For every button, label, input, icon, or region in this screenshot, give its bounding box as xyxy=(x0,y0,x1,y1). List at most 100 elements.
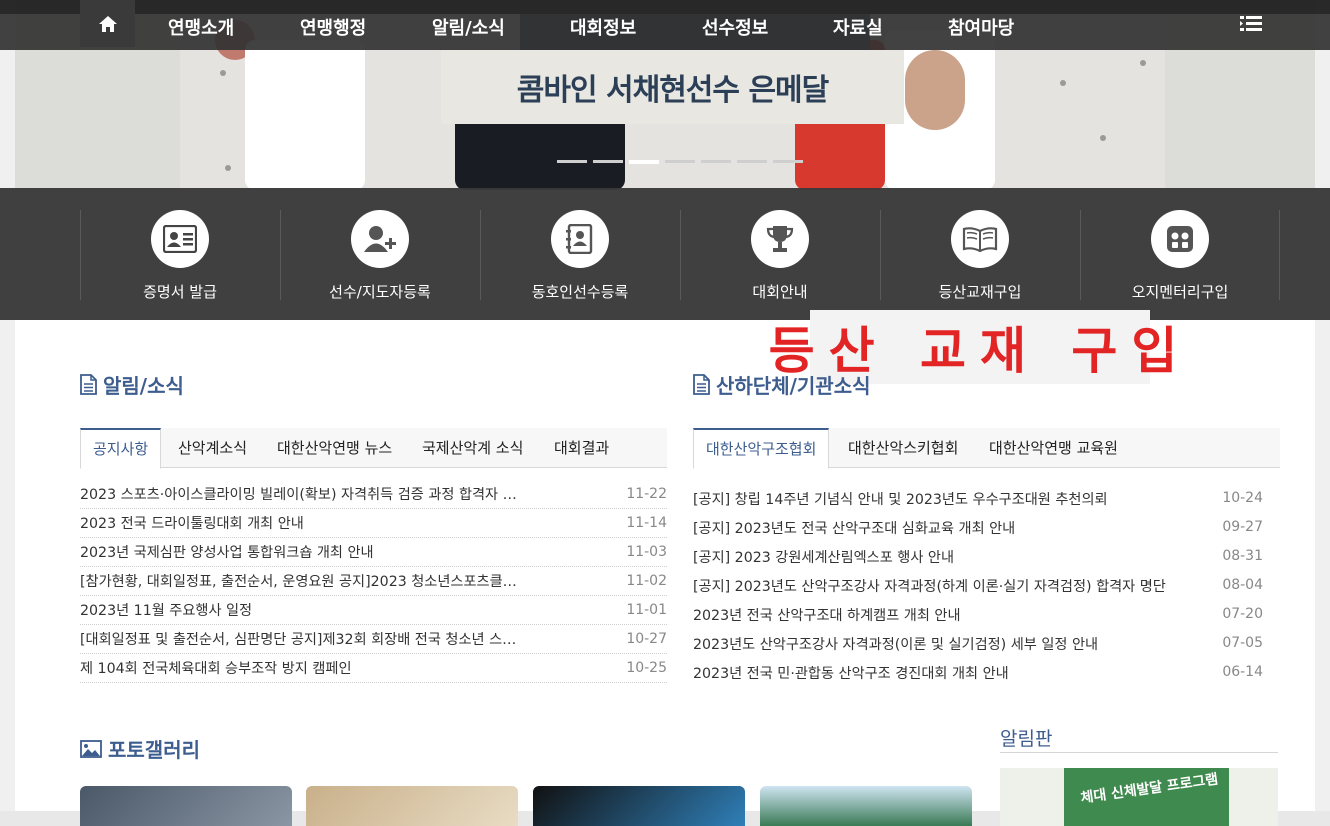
slide-indicator[interactable] xyxy=(701,160,731,163)
gallery-thumb[interactable] xyxy=(760,786,972,826)
notice-title-text: 알림/소식 xyxy=(103,374,184,398)
quick-circle xyxy=(1151,210,1209,268)
nav-item-news[interactable]: 알림/소식 xyxy=(432,14,505,40)
list-item-date: 11-01 xyxy=(626,602,667,618)
list-item[interactable]: [공지] 2023년도 전국 산악구조대 심화교육 개최 안내 09-27 xyxy=(693,513,1263,542)
list-item-title[interactable]: 2023년 11월 주요행사 일정 xyxy=(80,600,252,620)
list-item[interactable]: [공지] 2023년도 산악구조강사 자격과정(하계 이론·실기 자격검정) 합… xyxy=(693,571,1263,600)
quick-label: 대회안내 xyxy=(752,283,808,301)
board-title: 알림판 xyxy=(1000,728,1053,750)
slide-indicator[interactable] xyxy=(629,160,659,164)
hero-hold xyxy=(220,70,226,76)
gallery-thumb[interactable] xyxy=(80,786,292,826)
list-item-title[interactable]: 2023년 전국 산악구조대 하계캠프 개최 안내 xyxy=(693,605,961,625)
list-item-title[interactable]: [공지] 2023년도 산악구조강사 자격과정(하계 이론·실기 자격검정) 합… xyxy=(693,576,1166,596)
quick-item-documentary-purchase[interactable]: 오지멘터리구입 xyxy=(1080,210,1280,301)
quick-circle xyxy=(751,210,809,268)
quick-item-club-register[interactable]: 동호인선수등록 xyxy=(480,210,680,301)
quick-circle xyxy=(951,210,1009,268)
tab-competition-results[interactable]: 대회결과 xyxy=(554,428,609,468)
gallery-thumb[interactable] xyxy=(306,786,518,826)
list-item-title[interactable]: [공지] 2023 강원세계산림엑스포 행사 안내 xyxy=(693,547,954,567)
quick-circle xyxy=(551,210,609,268)
nav-item-athletes[interactable]: 선수정보 xyxy=(702,14,768,40)
slide-indicator[interactable] xyxy=(593,160,623,163)
list-item-title[interactable]: 제 104회 전국체육대회 승부조작 방지 캠페인 xyxy=(80,658,352,678)
affiliate-list: [공지] 창립 14주년 기념식 안내 및 2023년도 우수구조대원 추천의뢰… xyxy=(693,484,1263,687)
document-icon xyxy=(80,374,97,395)
list-item-date: 07-20 xyxy=(1222,606,1263,622)
nav-item-community[interactable]: 참여마당 xyxy=(948,14,1014,40)
quick-item-book-purchase[interactable]: 등산교재구입 xyxy=(880,210,1080,301)
nav-item-competition[interactable]: 대회정보 xyxy=(570,14,636,40)
list-item[interactable]: [공지] 창립 14주년 기념식 안내 및 2023년도 우수구조대원 추천의뢰… xyxy=(693,484,1263,513)
nav-item-admin[interactable]: 연맹행정 xyxy=(300,14,366,40)
top-strip xyxy=(0,0,1330,14)
list-item-title[interactable]: 2023년 국제심판 양성사업 통합워크숍 개최 안내 xyxy=(80,542,374,562)
list-item[interactable]: 2023년 국제심판 양성사업 통합워크숍 개최 안내 11-03 xyxy=(80,538,667,567)
list-item[interactable]: 2023년 전국 민·관합동 산악구조 경진대회 개최 안내 06-14 xyxy=(693,658,1263,687)
hero-hold xyxy=(1140,60,1146,66)
board-banner[interactable]: 체대 신체발달 프로그램 xyxy=(1000,768,1278,826)
list-item-title[interactable]: 2023년도 산악구조강사 자격과정(이론 및 실기검정) 세부 일정 안내 xyxy=(693,634,1098,654)
list-item[interactable]: [공지] 2023 강원세계산림엑스포 행사 안내 08-31 xyxy=(693,542,1263,571)
slide-indicator[interactable] xyxy=(665,160,695,163)
list-item-date: 09-27 xyxy=(1222,519,1263,535)
tab-notice[interactable]: 공지사항 xyxy=(80,428,162,469)
list-item[interactable]: [대회일정표 및 출전순서, 심판명단 공지]제32회 회장배 전국 청소년 스… xyxy=(80,625,667,654)
quick-item-competition-info[interactable]: 대회안내 xyxy=(680,210,880,301)
list-item-date: 06-14 xyxy=(1222,664,1263,680)
certificate-icon xyxy=(163,225,197,253)
hero-hold xyxy=(1100,135,1106,141)
tab-federation-news[interactable]: 대한산악연맹 뉴스 xyxy=(277,428,392,468)
trophy-icon xyxy=(766,226,794,252)
hero-caption: 콤바인 서채현선수 은메달 xyxy=(441,50,904,124)
hero-hand xyxy=(905,50,965,130)
tab-rescue-association[interactable]: 대한산악구조협회 xyxy=(693,428,830,469)
list-item[interactable]: [참가현황, 대회일정표, 출전순서, 운영요원 공지]2023 청소년스포츠클… xyxy=(80,567,667,596)
nav-item-about[interactable]: 연맹소개 xyxy=(168,14,234,40)
list-item[interactable]: 2023 전국 드라이툴링대회 개최 안내 11-14 xyxy=(80,509,667,538)
tab-mountain-news[interactable]: 산악계소식 xyxy=(178,428,247,468)
affiliate-tabs: 대한산악구조협회 대한산악스키협회 대한산악연맹 교육원 xyxy=(693,428,1280,469)
quick-item-player-register[interactable]: 선수/지도자등록 xyxy=(280,210,480,301)
list-item[interactable]: 2023 스포츠·아이스클라이밍 빌레이(확보) 자격취득 검증 과정 합격자 … xyxy=(80,480,667,509)
nav-item-archive[interactable]: 자료실 xyxy=(833,14,883,40)
home-button[interactable] xyxy=(80,0,135,47)
quick-circle xyxy=(151,210,209,268)
board-divider xyxy=(1000,752,1278,753)
list-item-title[interactable]: 2023 스포츠·아이스클라이밍 빌레이(확보) 자격취득 검증 과정 합격자 … xyxy=(80,484,528,504)
document-icon xyxy=(693,374,710,395)
slide-indicator[interactable] xyxy=(773,160,803,163)
slide-indicators xyxy=(557,160,803,164)
affiliate-title-text: 산하단체/기관소식 xyxy=(716,374,871,398)
list-item-title[interactable]: 2023년 전국 민·관합동 산악구조 경진대회 개최 안내 xyxy=(693,663,1009,683)
top-navigation: 연맹소개 연맹행정 알림/소식 대회정보 선수정보 자료실 참여마당 xyxy=(0,0,1330,50)
slide-indicator[interactable] xyxy=(557,160,587,163)
gallery-thumb[interactable] xyxy=(533,786,745,826)
list-item[interactable]: 2023년 전국 산악구조대 하계캠프 개최 안내 07-20 xyxy=(693,600,1263,629)
list-item[interactable]: 제 104회 전국체육대회 승부조작 방지 캠페인 10-25 xyxy=(80,654,667,683)
tab-education-center[interactable]: 대한산악연맹 교육원 xyxy=(989,428,1118,468)
list-item-title[interactable]: [공지] 창립 14주년 기념식 안내 및 2023년도 우수구조대원 추천의뢰 xyxy=(693,489,1108,509)
gallery-title-text: 포토갤러리 xyxy=(108,738,200,762)
list-item-date: 10-25 xyxy=(626,660,667,676)
list-item[interactable]: 2023년도 산악구조강사 자격과정(이론 및 실기검정) 세부 일정 안내 07… xyxy=(693,629,1263,658)
list-item-date: 11-22 xyxy=(626,486,667,502)
tab-international-news[interactable]: 국제산악계 소식 xyxy=(422,428,523,468)
hero-hold xyxy=(225,165,231,171)
list-item-title[interactable]: [대회일정표 및 출전순서, 심판명단 공지]제32회 회장배 전국 청소년 스… xyxy=(80,629,528,649)
list-item-title[interactable]: [참가현황, 대회일정표, 출전순서, 운영요원 공지]2023 청소년스포츠클… xyxy=(80,571,528,591)
slide-indicator[interactable] xyxy=(737,160,767,163)
hero-hold xyxy=(1060,80,1066,86)
list-item-title[interactable]: 2023 전국 드라이툴링대회 개최 안내 xyxy=(80,513,304,533)
list-item-date: 11-14 xyxy=(626,515,667,531)
quick-circle xyxy=(351,210,409,268)
quick-item-certificate[interactable]: 증명서 발급 xyxy=(80,210,280,301)
tab-ski-association[interactable]: 대한산악스키협회 xyxy=(848,428,958,468)
list-item[interactable]: 2023년 11월 주요행사 일정 11-01 xyxy=(80,596,667,625)
list-item-title[interactable]: [공지] 2023년도 전국 산악구조대 심화교육 개최 안내 xyxy=(693,518,1015,538)
list-item-date: 11-03 xyxy=(626,544,667,560)
quick-menu: 증명서 발급 선수/지도자등록 동호인선수등록 대회안내 등산교재구입 오지멘터… xyxy=(0,188,1330,320)
menu-button[interactable] xyxy=(1240,14,1262,34)
